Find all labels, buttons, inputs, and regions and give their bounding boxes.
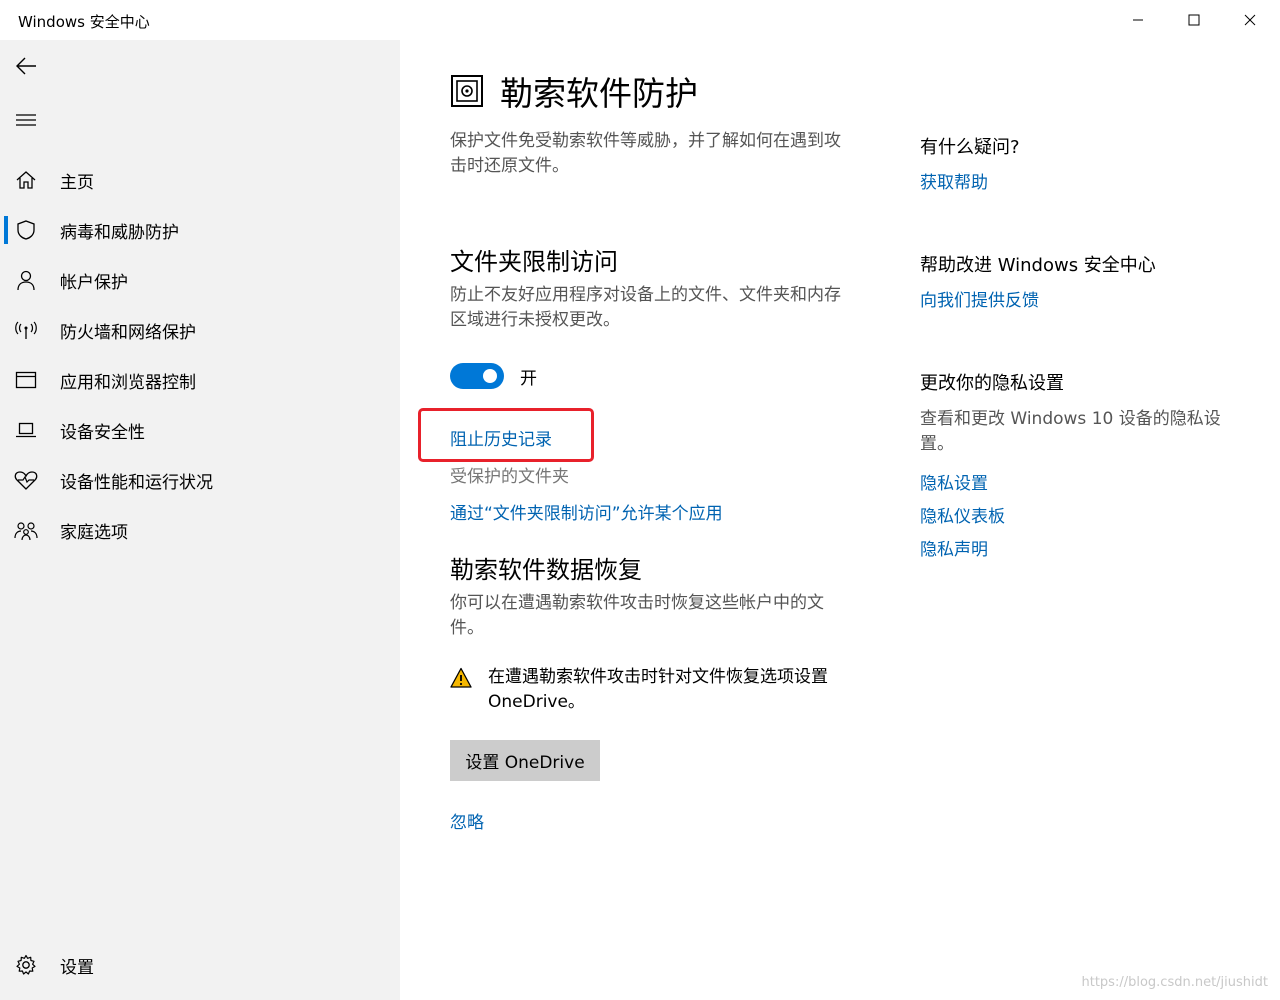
sidebar-item-label: 病毒和威胁防护: [60, 222, 179, 243]
sidebar-item-app-browser[interactable]: 应用和浏览器控制: [0, 358, 400, 402]
sidebar-item-settings[interactable]: 设置: [0, 943, 400, 987]
sidebar-item-label: 主页: [60, 172, 94, 193]
sidebar-item-label: 设置: [60, 957, 94, 978]
toggle-knob: [483, 369, 497, 383]
browser-window-icon: [14, 368, 38, 392]
family-icon: [14, 518, 38, 542]
minimize-button[interactable]: [1110, 0, 1166, 40]
recovery-description: 你可以在遭遇勒索软件攻击时恢复这些帐户中的文件。: [450, 593, 824, 638]
sidebar-item-virus-protection[interactable]: 病毒和威胁防护: [0, 208, 400, 252]
cfa-toggle[interactable]: [450, 363, 504, 389]
menu-button[interactable]: [10, 106, 42, 134]
cfa-toggle-row: 开: [450, 363, 537, 389]
antenna-icon: [14, 318, 38, 342]
privacy-text: 查看和更改 Windows 10 设备的隐私设置。: [920, 409, 1221, 454]
ransomware-folder-icon: [450, 74, 484, 108]
title-bar: Windows 安全中心: [0, 0, 1280, 40]
person-icon: [14, 268, 38, 292]
improve-title: 帮助改进 Windows 安全中心: [920, 255, 1156, 276]
close-button[interactable]: [1222, 0, 1278, 40]
allow-app-link[interactable]: 通过“文件夹限制访问”允许某个应用: [450, 499, 723, 524]
privacy-title: 更改你的隐私设置: [920, 373, 1064, 394]
back-button[interactable]: [10, 52, 42, 80]
privacy-dashboard-link[interactable]: 隐私仪表板: [920, 502, 1005, 527]
minimize-icon: [1133, 19, 1143, 21]
back-arrow-icon: [16, 57, 36, 75]
sidebar-item-home[interactable]: 主页: [0, 158, 400, 202]
sidebar-item-label: 帐户保护: [60, 272, 128, 293]
cfa-title: 文件夹限制访问: [450, 248, 618, 276]
privacy-statement-link[interactable]: 隐私声明: [920, 535, 988, 560]
window-title: Windows 安全中心: [18, 13, 150, 31]
laptop-icon: [14, 418, 38, 442]
page-title: 勒索软件防护: [500, 74, 698, 113]
page-header: 勒索软件防护: [450, 68, 698, 114]
maximize-icon: [1188, 14, 1200, 26]
main-content: 勒索软件防护 保护文件免受勒索软件等威胁，并了解如何在遇到攻击时还原文件。 文件…: [400, 40, 1280, 1000]
maximize-button[interactable]: [1166, 0, 1222, 40]
cfa-description: 防止不友好应用程序对设备上的文件、文件夹和内存区域进行未授权更改。: [450, 285, 841, 330]
protected-folders-link[interactable]: 受保护的文件夹: [450, 462, 569, 487]
privacy-settings-link[interactable]: 隐私设置: [920, 469, 988, 494]
gear-icon: [14, 953, 38, 977]
block-history-link[interactable]: 阻止历史记录: [450, 425, 552, 450]
sidebar-item-account-protection[interactable]: 帐户保护: [0, 258, 400, 302]
recovery-title: 勒索软件数据恢复: [450, 556, 642, 584]
sidebar-item-device-security[interactable]: 设备安全性: [0, 408, 400, 452]
question-title: 有什么疑问?: [920, 137, 1020, 158]
dismiss-link[interactable]: 忽略: [450, 808, 484, 833]
sidebar-item-device-health[interactable]: 设备性能和运行状况: [0, 458, 400, 502]
cfa-toggle-label: 开: [520, 368, 537, 389]
sidebar-item-label: 防火墙和网络保护: [60, 322, 196, 343]
shield-icon: [14, 218, 38, 242]
home-icon: [14, 168, 38, 192]
warning-text: 在遭遇勒索软件攻击时针对文件恢复选项设置 OneDrive。: [488, 667, 828, 712]
sidebar-item-label: 设备安全性: [60, 422, 145, 443]
watermark: https://blog.csdn.net/jiushidt: [1081, 975, 1269, 990]
sidebar-item-label: 设备性能和运行状况: [60, 472, 213, 493]
heart-pulse-icon: [14, 468, 38, 492]
sidebar-item-family[interactable]: 家庭选项: [0, 508, 400, 552]
sidebar-item-label: 家庭选项: [60, 522, 128, 543]
feedback-link[interactable]: 向我们提供反馈: [920, 286, 1039, 311]
warning-icon: [450, 667, 472, 689]
hamburger-icon: [16, 114, 36, 126]
close-icon: [1244, 14, 1256, 26]
setup-onedrive-button[interactable]: 设置 OneDrive: [450, 740, 600, 781]
sidebar-item-label: 应用和浏览器控制: [60, 372, 196, 393]
page-description: 保护文件免受勒索软件等威胁，并了解如何在遇到攻击时还原文件。: [450, 131, 841, 176]
sidebar: 主页 病毒和威胁防护 帐户保护 防火墙和网络保护 应用和浏览器控制 设备安全性: [0, 40, 400, 1000]
get-help-link[interactable]: 获取帮助: [920, 168, 988, 193]
sidebar-item-firewall[interactable]: 防火墙和网络保护: [0, 308, 400, 352]
